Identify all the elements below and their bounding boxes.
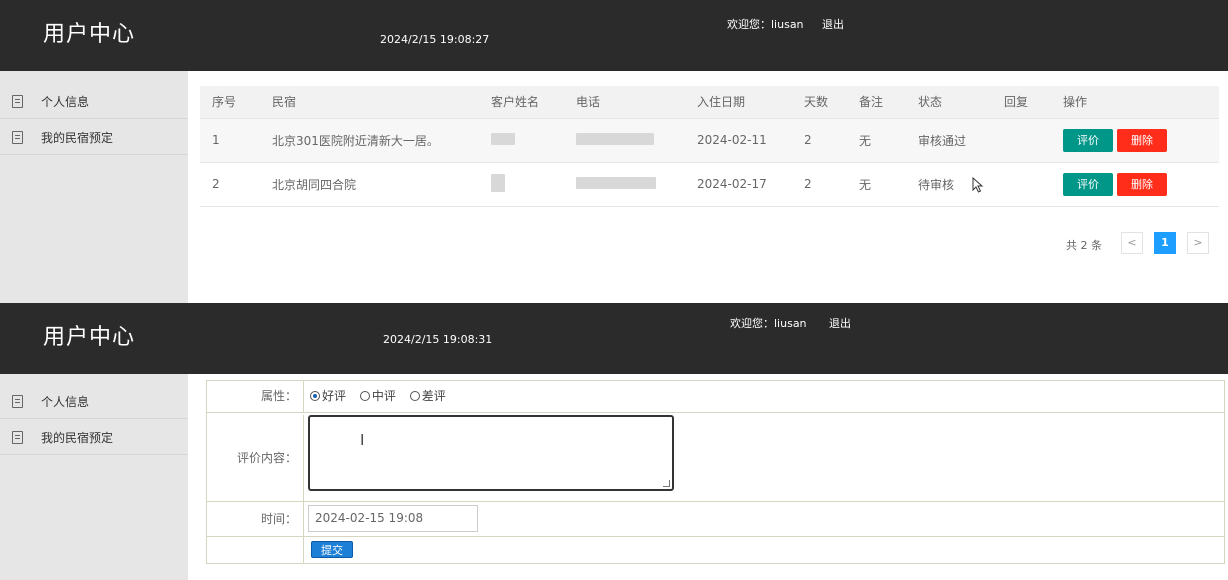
attribute-label: 属性： [207, 381, 304, 412]
resize-grip-icon[interactable] [663, 480, 670, 487]
document-icon [12, 431, 23, 444]
col-customer: 客户姓名 [479, 86, 564, 119]
app-title: 用户中心 [43, 22, 136, 47]
radio-dot-icon [310, 391, 320, 401]
cell-phone [564, 118, 685, 163]
text-cursor-icon: I [360, 431, 365, 449]
content-row: 评价内容： I [207, 415, 1224, 502]
time-input[interactable]: 2024-02-15 19:08 [308, 505, 478, 532]
welcome-text: 欢迎您：liusan [727, 18, 804, 31]
review-button[interactable]: 评价 [1063, 128, 1113, 152]
cell-days: 2 [792, 162, 847, 207]
redacted-phone [576, 132, 654, 145]
user-center-list-screen: 用户中心 2024/2/15 19:08:27 欢迎您：liusan 退出 个人… [0, 0, 1228, 303]
clock: 2024/2/15 19:08:31 [383, 333, 493, 346]
col-days: 天数 [792, 86, 847, 119]
clock: 2024/2/15 19:08:27 [380, 33, 490, 46]
redacted-name [491, 173, 505, 192]
header-bar: 用户中心 2024/2/15 19:08:31 欢迎您：liusan 退出 [0, 303, 1228, 374]
review-form-screen: 用户中心 2024/2/15 19:08:31 欢迎您：liusan 退出 个人… [0, 303, 1228, 580]
app-title: 用户中心 [43, 325, 136, 350]
document-icon [12, 95, 23, 108]
sidebar: 个人信息 我的民宿预定 [0, 71, 188, 303]
redacted-phone [576, 176, 656, 189]
radio-neutral[interactable]: 中评 [359, 381, 396, 412]
document-icon [12, 131, 23, 144]
logout-link[interactable]: 退出 [829, 315, 851, 331]
radio-good[interactable]: 好评 [310, 381, 346, 412]
table-row: 2 北京胡同四合院 2024-02-17 2 无 待审核 评价 删除 [200, 162, 1219, 207]
mouse-cursor-icon [972, 176, 984, 193]
cell-homestay: 北京301医院附近清新大一居。 [260, 118, 479, 163]
sidebar-item-profile[interactable]: 个人信息 [0, 383, 188, 419]
time-label: 时间： [207, 502, 304, 536]
cell-reply [992, 162, 1051, 207]
radio-bad[interactable]: 差评 [409, 381, 446, 412]
sidebar-item-label: 个人信息 [41, 395, 90, 409]
sidebar-item-label: 我的民宿预定 [41, 131, 114, 145]
document-icon [12, 395, 23, 408]
delete-button[interactable]: 删除 [1117, 128, 1167, 152]
total-count: 共 2 条 [1066, 239, 1102, 252]
cell-index: 2 [200, 162, 260, 207]
radio-label: 差评 [421, 389, 446, 403]
redacted-name [491, 132, 515, 145]
cell-index: 1 [200, 118, 260, 163]
sidebar-item-my-bookings[interactable]: 我的民宿预定 [0, 119, 188, 155]
table-header-row: 序号 民宿 客户姓名 电话 入住日期 天数 备注 状态 回复 操作 [200, 86, 1219, 119]
col-status: 状态 [906, 86, 992, 119]
table-row: 1 北京301医院附近清新大一居。 2024-02-11 2 无 审核通过 评价… [200, 118, 1219, 163]
bookings-table: 序号 民宿 客户姓名 电话 入住日期 天数 备注 状态 回复 操作 1 北京30… [200, 86, 1219, 207]
cell-note: 无 [847, 162, 906, 207]
cell-customer [479, 118, 564, 163]
col-homestay: 民宿 [260, 86, 479, 119]
submit-button[interactable]: 提交 [311, 541, 353, 558]
attribute-row: 属性： 好评 中评 差评 [207, 381, 1224, 413]
col-phone: 电话 [564, 86, 685, 119]
radio-dot-icon [359, 391, 370, 401]
prev-page-button[interactable]: < [1121, 232, 1143, 254]
review-button[interactable]: 评价 [1063, 172, 1113, 196]
cell-checkin: 2024-02-11 [685, 118, 792, 163]
delete-button[interactable]: 删除 [1117, 172, 1167, 196]
cell-note: 无 [847, 118, 906, 163]
content-label: 评价内容： [207, 415, 304, 501]
review-content-textarea[interactable]: I [308, 415, 674, 491]
welcome-text: 欢迎您：liusan [730, 317, 807, 330]
cell-actions: 评价 删除 [1051, 118, 1219, 163]
cell-actions: 评价 删除 [1051, 162, 1219, 207]
logout-link[interactable]: 退出 [822, 16, 844, 32]
page-1-button[interactable]: 1 [1154, 232, 1176, 254]
status-text: 待审核 [918, 177, 955, 192]
cell-status: 审核通过 [906, 118, 992, 163]
time-row: 时间： 2024-02-15 19:08 [207, 502, 1224, 537]
cell-status: 待审核 [906, 162, 992, 207]
radio-dot-icon [409, 391, 420, 401]
cell-homestay: 北京胡同四合院 [260, 162, 479, 207]
sidebar-item-label: 我的民宿预定 [41, 431, 114, 445]
cell-reply [992, 118, 1051, 163]
radio-label: 中评 [371, 389, 396, 403]
sidebar-item-label: 个人信息 [41, 95, 90, 109]
cell-phone [564, 162, 685, 207]
cell-checkin: 2024-02-17 [685, 162, 792, 207]
sidebar-item-profile[interactable]: 个人信息 [0, 83, 188, 119]
cell-days: 2 [792, 118, 847, 163]
review-form: 属性： 好评 中评 差评 评价内容： I 时间： 2024-02-15 19:0… [206, 380, 1225, 564]
radio-label: 好评 [322, 389, 347, 403]
sidebar-item-my-bookings[interactable]: 我的民宿预定 [0, 419, 188, 455]
submit-row: 提交 [207, 537, 1224, 563]
col-checkin: 入住日期 [685, 86, 792, 119]
col-note: 备注 [847, 86, 906, 119]
sidebar: 个人信息 我的民宿预定 [0, 374, 188, 580]
col-reply: 回复 [992, 86, 1051, 119]
header-bar: 用户中心 2024/2/15 19:08:27 欢迎您：liusan 退出 [0, 0, 1228, 71]
next-page-button[interactable]: > [1187, 232, 1209, 254]
col-actions: 操作 [1051, 86, 1219, 119]
submit-label-cell [207, 537, 304, 563]
col-index: 序号 [200, 86, 260, 119]
cell-customer [479, 162, 564, 207]
